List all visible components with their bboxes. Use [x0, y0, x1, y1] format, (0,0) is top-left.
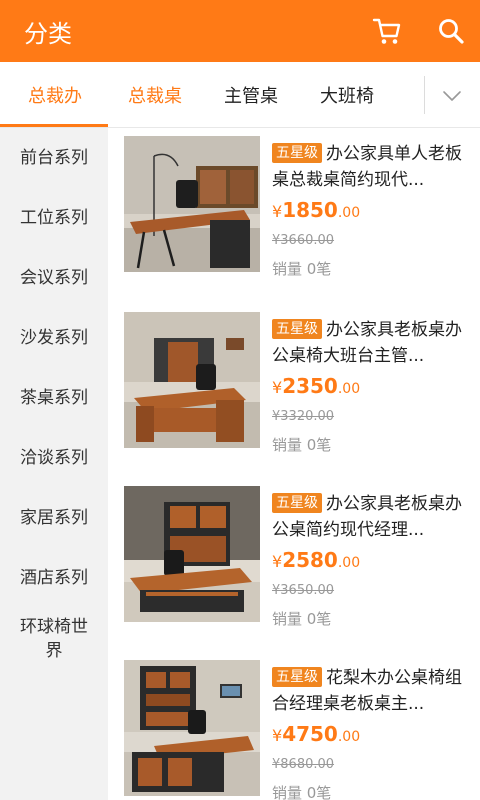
product-price: ¥1850.00 [272, 198, 361, 222]
original-price: ¥3660.00 [272, 233, 335, 248]
product-card[interactable]: 五星级 花梨木办公桌椅组合经理桌老板桌主... ¥4750.00 ¥8680.00… [108, 652, 480, 800]
tab-zongcaizhuo[interactable]: 总裁桌 [128, 62, 182, 128]
tab-zhuguanzhuo[interactable]: 主管桌 [224, 62, 278, 128]
product-price: ¥2580.00 [272, 548, 361, 572]
tab-dabanyi[interactable]: 大班椅 [320, 62, 374, 128]
sales-count: 销量 0笔 [272, 436, 332, 454]
cart-button[interactable] [368, 12, 406, 50]
sidebar-item-huiyi[interactable]: 会议系列 [0, 248, 108, 308]
sidebar-item-shafa[interactable]: 沙发系列 [0, 308, 108, 368]
chevron-down-icon[interactable] [440, 84, 464, 108]
sales-count: 销量 0笔 [272, 784, 332, 800]
product-image [124, 486, 260, 622]
product-list: 五星级 办公家具单人老板桌总裁桌简约现代... ¥1850.00 ¥3660.00… [108, 128, 480, 800]
original-price: ¥3650.00 [272, 583, 335, 598]
cart-icon [372, 18, 401, 44]
sales-count: 销量 0笔 [272, 260, 332, 278]
original-price: ¥3320.00 [272, 409, 335, 424]
product-card[interactable]: 五星级 办公家具单人老板桌总裁桌简约现代... ¥1850.00 ¥3660.00… [108, 128, 480, 298]
product-image [124, 660, 260, 796]
product-title: 五星级 办公家具老板桌办公桌简约现代经理... [272, 493, 462, 540]
sidebar-item-gongwei[interactable]: 工位系列 [0, 188, 108, 248]
product-title: 五星级 花梨木办公桌椅组合经理桌老板桌主... [272, 667, 462, 714]
original-price: ¥8680.00 [272, 757, 335, 772]
sidebar-item-jiudian[interactable]: 酒店系列 [0, 548, 108, 608]
tab-divider [424, 76, 425, 114]
product-image [124, 136, 260, 272]
sidebar-item-huanqiuyi[interactable]: 环球椅世界 [0, 612, 108, 666]
page-title: 分类 [24, 19, 72, 48]
star-badge: 五星级 [272, 319, 322, 339]
sales-count: 销量 0笔 [272, 610, 332, 628]
category-tabs: 总裁办 总裁桌 主管桌 大班椅 [0, 62, 480, 128]
search-icon [439, 19, 464, 44]
product-title: 五星级 办公家具老板桌办公桌椅大班台主管... [272, 319, 462, 366]
product-price: ¥4750.00 [272, 722, 361, 746]
sidebar-item-qiantai[interactable]: 前台系列 [0, 128, 108, 188]
search-button[interactable] [432, 12, 470, 50]
product-image [124, 312, 260, 448]
tab-zongcaiban[interactable]: 总裁办 [28, 62, 82, 128]
star-badge: 五星级 [272, 143, 322, 163]
sidebar-item-jiaju[interactable]: 家居系列 [0, 488, 108, 548]
product-price: ¥2350.00 [272, 374, 361, 398]
product-card[interactable]: 五星级 办公家具老板桌办公桌简约现代经理... ¥2580.00 ¥3650.00… [108, 478, 480, 648]
product-title: 五星级 办公家具单人老板桌总裁桌简约现代... [272, 143, 462, 190]
active-tab-indicator [0, 124, 108, 127]
category-sidebar: 前台系列 工位系列 会议系列 沙发系列 茶桌系列 洽谈系列 家居系列 酒店系列 … [0, 128, 108, 800]
star-badge: 五星级 [272, 667, 322, 687]
top-bar: 分类 [0, 0, 480, 62]
sidebar-item-qiatan[interactable]: 洽谈系列 [0, 428, 108, 488]
product-card[interactable]: 五星级 办公家具老板桌办公桌椅大班台主管... ¥2350.00 ¥3320.00… [108, 304, 480, 474]
sidebar-item-chazhuo[interactable]: 茶桌系列 [0, 368, 108, 428]
star-badge: 五星级 [272, 493, 322, 513]
